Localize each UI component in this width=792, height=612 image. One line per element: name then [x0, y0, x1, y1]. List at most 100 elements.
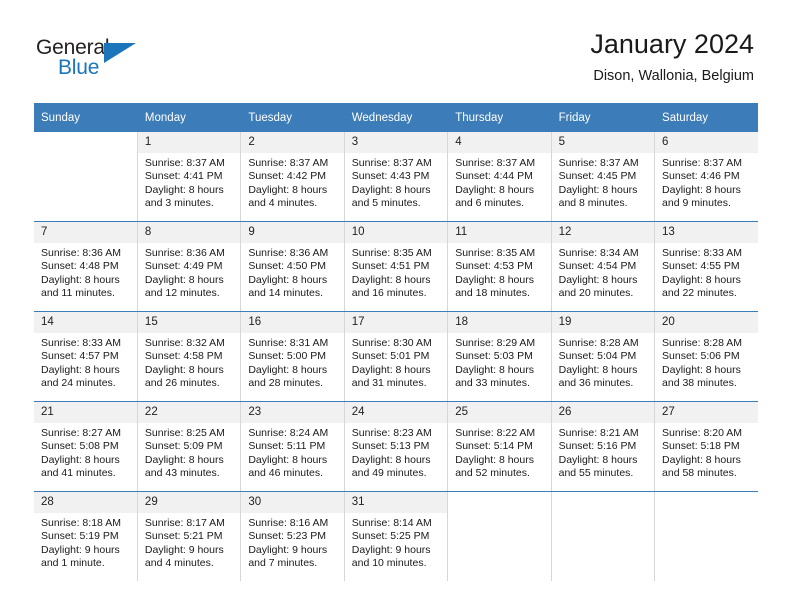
calendar-cell-empty — [655, 492, 758, 582]
calendar-week-row: 7 Sunrise: 8:36 AM Sunset: 4:48 PM Daylight… — [34, 221, 758, 312]
day-details: Sunrise: 8:22 AM Sunset: 5:14 PM Daylight:… — [448, 423, 550, 481]
daylight-text-line1: Daylight: 8 hours — [558, 453, 638, 466]
calendar-day-cell[interactable]: 9 Sunrise: 8:36 AM Sunset: 4:50 PM Daylight… — [240, 221, 345, 312]
sunrise-text: Sunrise: 8:37 AM — [662, 157, 742, 169]
daylight-text-line1: Daylight: 9 hours — [351, 543, 431, 556]
calendar-day-cell[interactable]: 21 Sunrise: 8:27 AM Sunset: 5:08 PM Dayligh… — [34, 401, 138, 492]
day-number: 15 — [137, 312, 241, 333]
sunset-text: Sunset: 5:04 PM — [558, 350, 637, 363]
calendar-day-cell[interactable]: 3 Sunrise: 8:37 AM Sunset: 4:43 PM Daylight… — [344, 132, 449, 222]
daylight-text-line1: Daylight: 8 hours — [558, 183, 638, 196]
day-details: Sunrise: 8:36 AM Sunset: 4:48 PM Daylight:… — [34, 243, 137, 301]
sunrise-text: Sunrise: 8:36 AM — [144, 247, 225, 259]
sunset-text: Sunset: 4:43 PM — [351, 170, 430, 183]
daylight-text-line2: and 4 minutes. — [144, 557, 214, 570]
day-details: Sunrise: 8:34 AM Sunset: 4:54 PM Daylight:… — [552, 243, 654, 301]
day-details: Sunrise: 8:31 AM Sunset: 5:00 PM Daylight:… — [241, 333, 343, 391]
daylight-text-line1: Daylight: 8 hours — [662, 273, 741, 286]
day-details: Sunrise: 8:37 AM Sunset: 4:42 PM Daylight:… — [241, 153, 343, 211]
calendar-day-cell[interactable]: 4 Sunrise: 8:37 AM Sunset: 4:44 PM Daylight… — [447, 132, 552, 222]
calendar-day-cell[interactable]: 18 Sunrise: 8:29 AM Sunset: 5:03 PM Dayligh… — [447, 311, 552, 402]
day-number: 11 — [448, 222, 551, 243]
sunset-text: Sunset: 4:41 PM — [144, 170, 223, 183]
sunset-text: Sunset: 5:14 PM — [455, 440, 533, 453]
daylight-text-line1: Daylight: 8 hours — [144, 183, 224, 196]
daylight-text-line1: Daylight: 8 hours — [351, 363, 431, 376]
daylight-text-line1: Daylight: 8 hours — [41, 363, 120, 376]
calendar-day-cell[interactable]: 13 Sunrise: 8:33 AM Sunset: 4:55 PM Dayligh… — [654, 221, 758, 312]
sunset-text: Sunset: 4:50 PM — [248, 260, 326, 273]
sunrise-text: Sunrise: 8:37 AM — [351, 157, 432, 169]
daylight-text-line1: Daylight: 8 hours — [455, 363, 534, 376]
calendar-day-cell[interactable]: 6 Sunrise: 8:37 AM Sunset: 4:46 PM Daylight… — [654, 132, 758, 222]
calendar-day-cell[interactable]: 17 Sunrise: 8:30 AM Sunset: 5:01 PM Dayligh… — [344, 311, 449, 402]
calendar-day-cell[interactable]: 1 Sunrise: 8:37 AM Sunset: 4:41 PM Daylight… — [137, 132, 242, 222]
calendar-day-cell[interactable]: 25 Sunrise: 8:22 AM Sunset: 5:14 PM Dayligh… — [447, 401, 552, 492]
weekday-header-thursday: Thursday — [447, 103, 552, 132]
day-number: 13 — [655, 222, 758, 243]
calendar-day-cell[interactable]: 5 Sunrise: 8:37 AM Sunset: 4:45 PM Daylight… — [551, 132, 656, 222]
day-number: 9 — [241, 222, 344, 243]
calendar-day-cell[interactable]: 10 Sunrise: 8:35 AM Sunset: 4:51 PM Dayligh… — [344, 221, 449, 312]
daylight-text-line2: and 58 minutes. — [662, 467, 737, 480]
page-title: January 2024 — [590, 29, 754, 59]
calendar-day-cell[interactable]: 2 Sunrise: 8:37 AM Sunset: 4:42 PM Daylight… — [240, 132, 345, 222]
page-subtitle: Dison, Wallonia, Belgium — [593, 68, 754, 84]
calendar-day-cell[interactable]: 30 Sunrise: 8:16 AM Sunset: 5:23 PM Dayligh… — [240, 491, 345, 581]
day-number: 8 — [137, 222, 241, 243]
calendar-day-cell[interactable]: 26 Sunrise: 8:21 AM Sunset: 5:16 PM Dayligh… — [551, 401, 656, 492]
day-number — [551, 492, 655, 513]
calendar-day-cell[interactable]: 20 Sunrise: 8:28 AM Sunset: 5:06 PM Dayligh… — [654, 311, 758, 402]
day-number: 25 — [448, 402, 551, 423]
calendar-day-cell[interactable]: 24 Sunrise: 8:23 AM Sunset: 5:13 PM Dayligh… — [344, 401, 449, 492]
general-blue-logo[interactable]: General Blue — [36, 36, 146, 84]
day-details: Sunrise: 8:35 AM Sunset: 4:51 PM Daylight:… — [345, 243, 447, 301]
sunset-text: Sunset: 4:49 PM — [144, 260, 223, 273]
day-number: 29 — [137, 492, 241, 513]
day-details: Sunrise: 8:16 AM Sunset: 5:23 PM Daylight:… — [241, 513, 343, 571]
calendar-day-cell[interactable]: 15 Sunrise: 8:32 AM Sunset: 4:58 PM Dayligh… — [137, 311, 242, 402]
day-details: Sunrise: 8:33 AM Sunset: 4:57 PM Daylight:… — [34, 333, 137, 391]
weekday-header-wednesday: Wednesday — [344, 103, 449, 132]
calendar-day-cell[interactable]: 23 Sunrise: 8:24 AM Sunset: 5:11 PM Dayligh… — [240, 401, 345, 492]
calendar-day-cell[interactable]: 27 Sunrise: 8:20 AM Sunset: 5:18 PM Dayligh… — [654, 401, 758, 492]
sunrise-text: Sunrise: 8:37 AM — [248, 157, 329, 169]
daylight-text-line2: and 8 minutes. — [558, 197, 628, 210]
sunrise-text: Sunrise: 8:33 AM — [41, 337, 121, 349]
day-details: Sunrise: 8:28 AM Sunset: 5:04 PM Daylight:… — [552, 333, 654, 391]
day-number: 7 — [34, 222, 137, 243]
calendar-day-cell[interactable]: 22 Sunrise: 8:25 AM Sunset: 5:09 PM Dayligh… — [137, 401, 242, 492]
calendar-day-cell[interactable]: 8 Sunrise: 8:36 AM Sunset: 4:49 PM Daylight… — [137, 221, 242, 312]
day-number: 6 — [655, 132, 758, 153]
calendar-day-cell[interactable]: 14 Sunrise: 8:33 AM Sunset: 4:57 PM Dayligh… — [34, 311, 138, 402]
sunset-text: Sunset: 4:42 PM — [248, 170, 326, 183]
day-details: Sunrise: 8:37 AM Sunset: 4:45 PM Daylight:… — [552, 153, 654, 211]
day-details: Sunrise: 8:33 AM Sunset: 4:55 PM Daylight:… — [655, 243, 758, 301]
calendar-day-cell[interactable]: 29 Sunrise: 8:17 AM Sunset: 5:21 PM Dayligh… — [137, 491, 242, 581]
calendar-day-cell[interactable]: 31 Sunrise: 8:14 AM Sunset: 5:25 PM Dayligh… — [344, 491, 449, 581]
calendar-cell-empty — [447, 491, 552, 581]
daylight-text-line1: Daylight: 8 hours — [144, 453, 224, 466]
day-details: Sunrise: 8:37 AM Sunset: 4:44 PM Daylight:… — [448, 153, 550, 211]
sunset-text: Sunset: 5:03 PM — [455, 350, 533, 363]
weekday-header-saturday: Saturday — [654, 103, 758, 132]
daylight-text-line2: and 1 minute. — [41, 557, 105, 570]
day-details: Sunrise: 8:37 AM Sunset: 4:46 PM Daylight:… — [655, 153, 758, 211]
daylight-text-line2: and 10 minutes. — [351, 557, 427, 570]
calendar-week-row: 28 Sunrise: 8:18 AM Sunset: 5:19 PM Dayligh… — [34, 491, 758, 582]
day-number: 18 — [448, 312, 551, 333]
day-details: Sunrise: 8:17 AM Sunset: 5:21 PM Daylight:… — [138, 513, 240, 571]
daylight-text-line1: Daylight: 8 hours — [662, 363, 741, 376]
weekday-header-friday: Friday — [551, 103, 656, 132]
calendar-day-cell[interactable]: 28 Sunrise: 8:18 AM Sunset: 5:19 PM Dayligh… — [34, 491, 138, 581]
calendar-day-cell[interactable]: 16 Sunrise: 8:31 AM Sunset: 5:00 PM Dayligh… — [240, 311, 345, 402]
calendar-day-cell[interactable]: 11 Sunrise: 8:35 AM Sunset: 4:53 PM Dayligh… — [447, 221, 552, 312]
calendar-day-cell[interactable]: 19 Sunrise: 8:28 AM Sunset: 5:04 PM Dayligh… — [551, 311, 656, 402]
daylight-text-line1: Daylight: 8 hours — [662, 453, 741, 466]
calendar-day-cell[interactable]: 12 Sunrise: 8:34 AM Sunset: 4:54 PM Dayligh… — [551, 221, 656, 312]
day-number — [448, 492, 551, 513]
daylight-text-line1: Daylight: 8 hours — [351, 273, 431, 286]
calendar-day-cell[interactable]: 7 Sunrise: 8:36 AM Sunset: 4:48 PM Daylight… — [34, 221, 138, 312]
calendar-week-row: 14 Sunrise: 8:33 AM Sunset: 4:57 PM Dayligh… — [34, 311, 758, 402]
daylight-text-line2: and 46 minutes. — [248, 467, 324, 480]
